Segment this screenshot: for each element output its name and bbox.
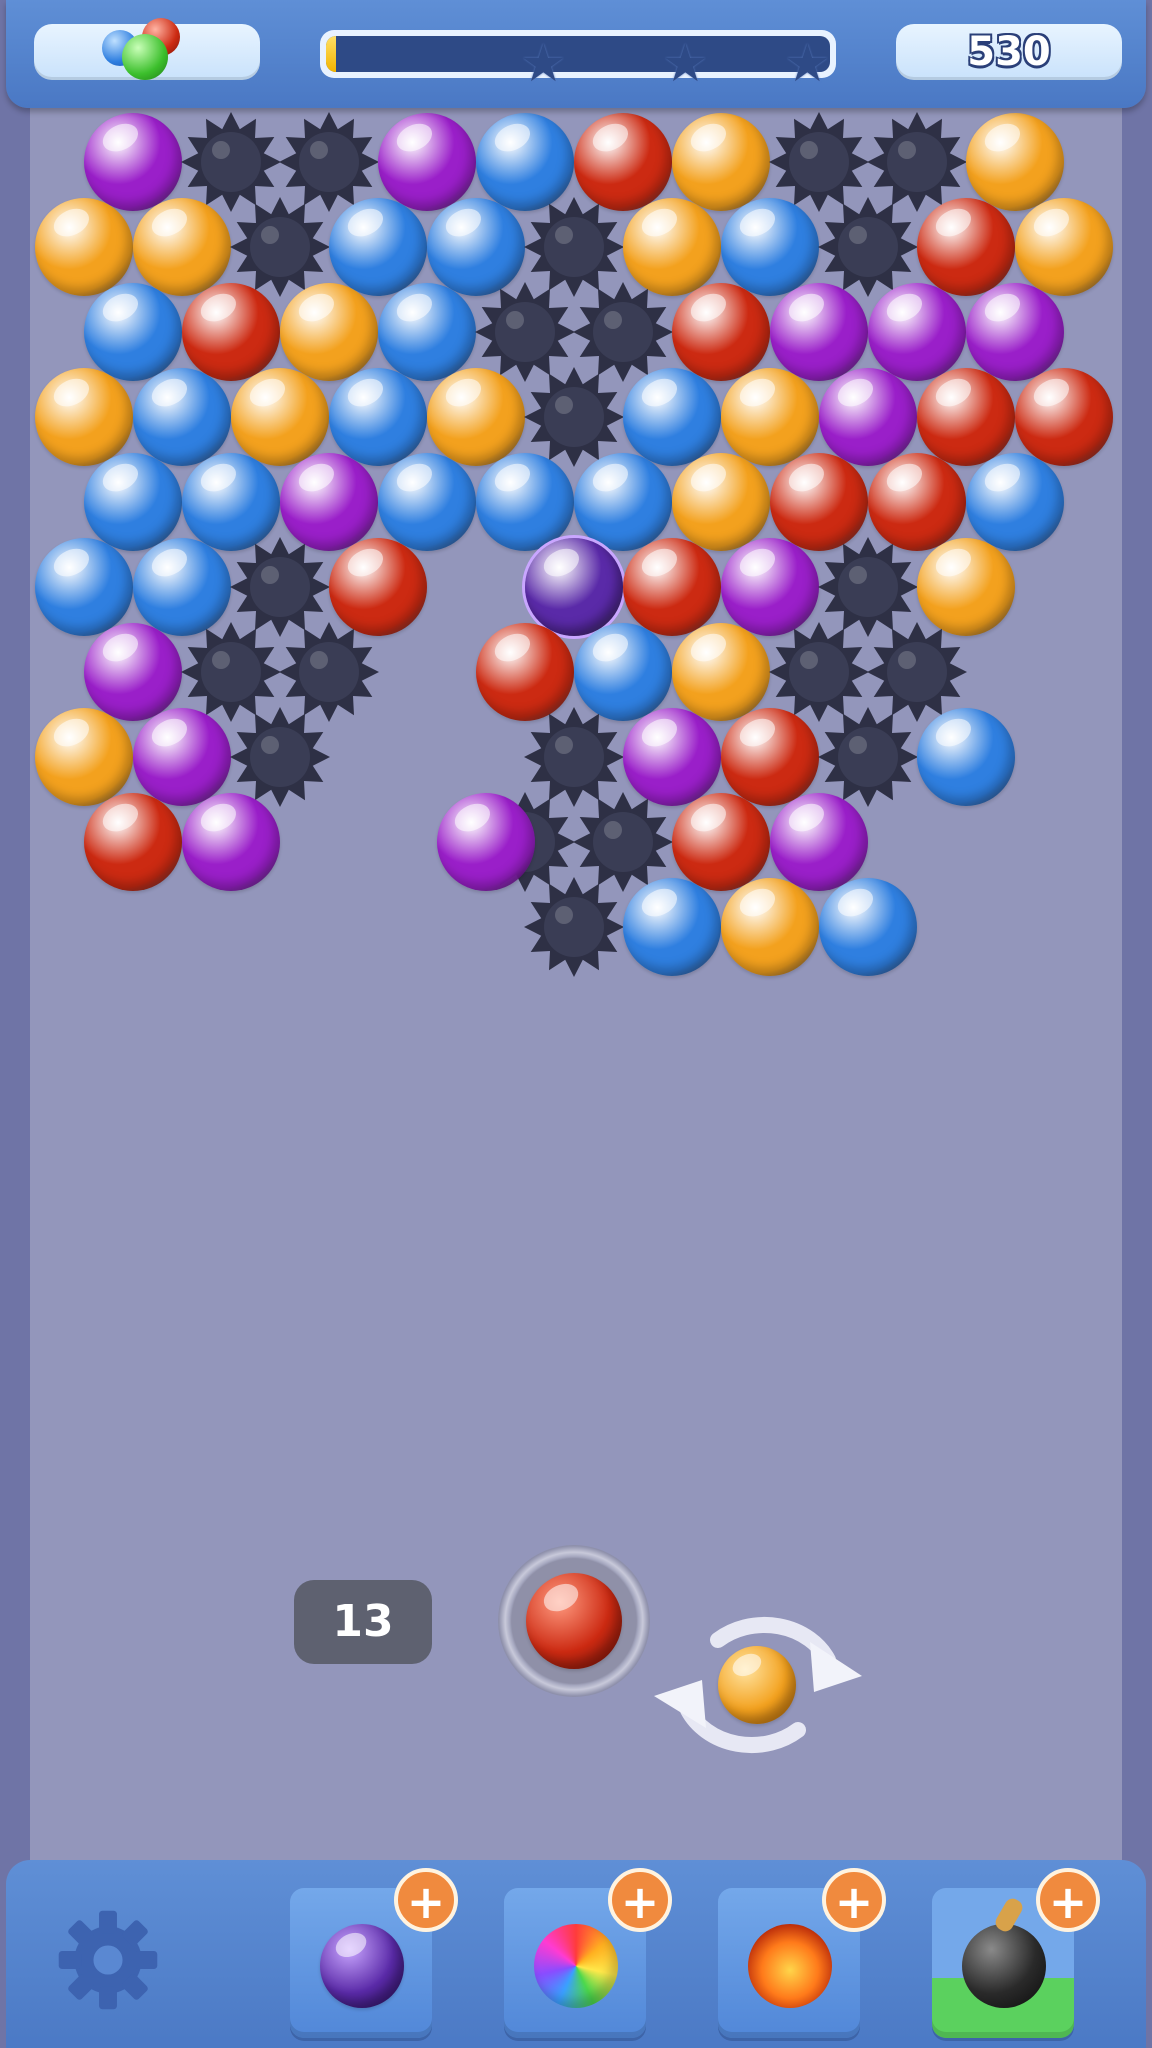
orange-bubble (966, 113, 1064, 211)
orange-bubble (35, 198, 133, 296)
orange-bubble (35, 708, 133, 806)
spike-mine (524, 367, 624, 467)
booster-rainbow-button[interactable]: + (504, 1868, 672, 2038)
red-bubble (721, 708, 819, 806)
next-bubble (718, 1646, 796, 1724)
blue-bubble (84, 283, 182, 381)
settings-button[interactable] (52, 1904, 164, 2016)
current-bubble (526, 1573, 622, 1669)
progress-fill (326, 36, 337, 72)
orange-bubble (280, 283, 378, 381)
orange-bubble (672, 623, 770, 721)
blue-bubble (329, 368, 427, 466)
purple-bubble (84, 623, 182, 721)
red-bubble (672, 793, 770, 891)
add-booster-button[interactable]: + (608, 1868, 672, 1932)
spike-mine (818, 197, 918, 297)
gear-icon (58, 1910, 158, 2010)
level-progress-bar (320, 30, 836, 78)
booster-bomb-button[interactable]: + (932, 1868, 1100, 2038)
blue-bubble (623, 368, 721, 466)
spike-mine (818, 707, 918, 807)
blue-bubble (819, 878, 917, 976)
spike-mine (230, 707, 330, 807)
bubble-colors-indicator (34, 18, 260, 80)
lightning-bubble-icon (320, 1924, 404, 2008)
shooter-launcher[interactable] (498, 1545, 650, 1697)
orange-bubble (35, 368, 133, 466)
blue-bubble (133, 368, 231, 466)
orange-bubble (1015, 198, 1113, 296)
orange-bubble (427, 368, 525, 466)
purple-bubble (770, 283, 868, 381)
bomb-icon (962, 1924, 1046, 2008)
blue-bubble (35, 538, 133, 636)
booster-lightning-button[interactable]: + (290, 1868, 458, 2038)
blue-bubble (574, 453, 672, 551)
purple-bubble (378, 113, 476, 211)
purple-bubble (84, 113, 182, 211)
fire-bubble-icon (748, 1924, 832, 2008)
add-booster-button[interactable]: + (822, 1868, 886, 1932)
blue-bubble (476, 453, 574, 551)
star-1-icon: ★ (520, 34, 567, 94)
top-bar: ★ ★ ★ 530 (6, 0, 1146, 108)
green-bubble-icon (122, 34, 168, 80)
purple-bubble (770, 793, 868, 891)
blue-bubble (966, 453, 1064, 551)
blue-bubble (623, 878, 721, 976)
purple-bubble (182, 793, 280, 891)
red-bubble (917, 368, 1015, 466)
purple-bubble (868, 283, 966, 381)
red-bubble (84, 793, 182, 891)
blue-bubble (84, 453, 182, 551)
red-bubble (623, 538, 721, 636)
game-screen[interactable]: ★ ★ ★ 530 13 + + + + (0, 0, 1152, 2048)
blue-bubble (917, 708, 1015, 806)
orange-bubble (721, 368, 819, 466)
purple-bubble (966, 283, 1064, 381)
blue-bubble (329, 198, 427, 296)
blue-bubble (721, 198, 819, 296)
red-bubble (672, 283, 770, 381)
moves-counter: 13 (294, 1580, 432, 1664)
red-bubble (917, 198, 1015, 296)
purple-bubble (133, 708, 231, 806)
star-2-icon: ★ (662, 34, 709, 94)
blue-bubble (378, 283, 476, 381)
add-booster-button[interactable]: + (1036, 1868, 1100, 1932)
booster-fire-button[interactable]: + (718, 1868, 886, 2038)
score-display: 530 (896, 24, 1122, 80)
add-booster-button[interactable]: + (394, 1868, 458, 1932)
bubble-board[interactable] (0, 0, 1152, 1000)
orange-bubble (721, 878, 819, 976)
orange-bubble (231, 368, 329, 466)
spike-mine (230, 197, 330, 297)
red-bubble (1015, 368, 1113, 466)
rainbow-bubble-icon (534, 1924, 618, 2008)
purple-bubble (819, 368, 917, 466)
blue-bubble (378, 453, 476, 551)
spike-mine (524, 877, 624, 977)
purple-bubble (436, 793, 535, 891)
orange-bubble (133, 198, 231, 296)
swap-bubble-button[interactable] (648, 1600, 868, 1770)
red-bubble (182, 283, 280, 381)
star-3-icon: ★ (784, 34, 831, 94)
orange-bubble (672, 453, 770, 551)
orange-bubble (672, 113, 770, 211)
lightning-bubble (525, 538, 623, 636)
